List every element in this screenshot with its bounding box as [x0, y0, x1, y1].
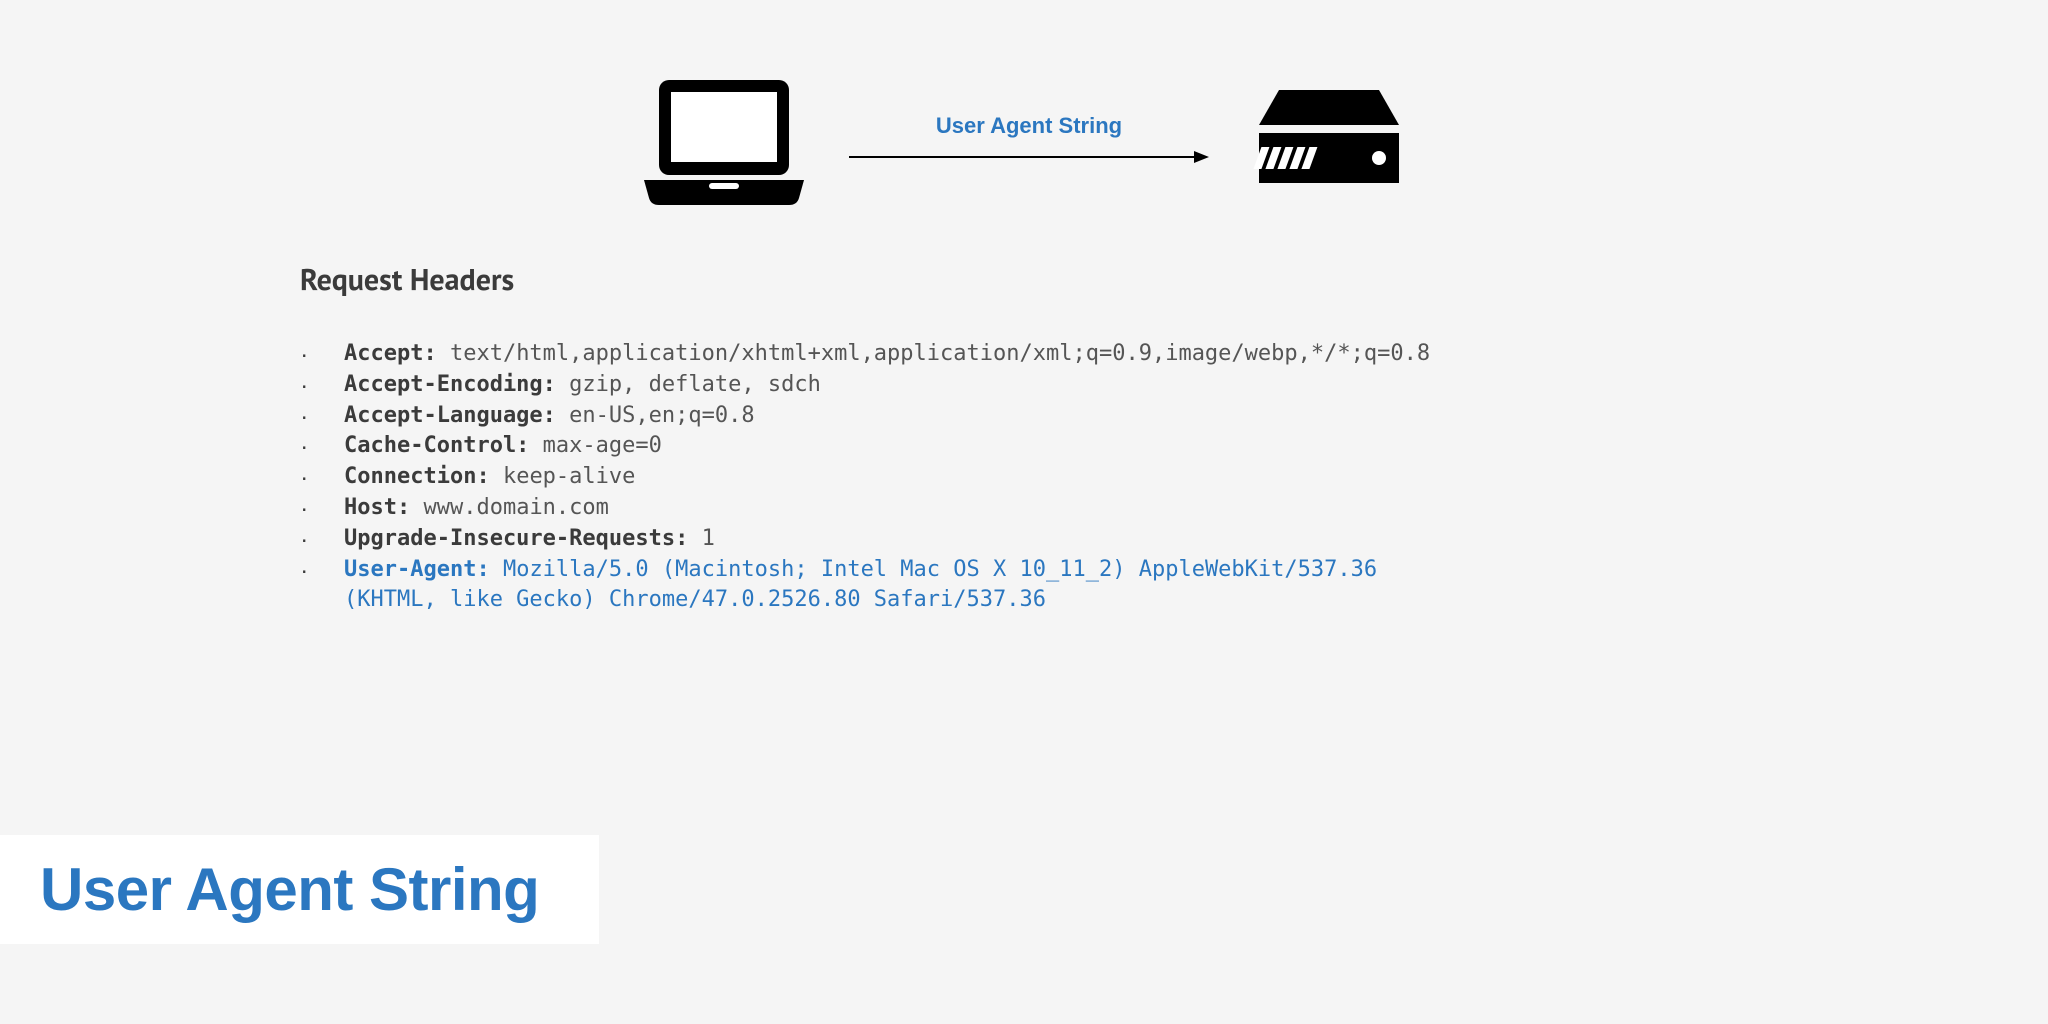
- bullet: .: [300, 436, 344, 456]
- header-value: gzip, deflate, sdch: [556, 372, 821, 397]
- header-value: Mozilla/5.0 (Macintosh; Intel Mac OS X 1…: [344, 557, 1377, 613]
- headers-list: .Accept: text/html,application/xhtml+xml…: [300, 339, 1748, 616]
- header-value: www.domain.com: [410, 495, 609, 520]
- title-card-text: User Agent String: [40, 855, 539, 924]
- server-icon: [1249, 85, 1409, 195]
- header-key: Accept:: [344, 341, 437, 366]
- header-line: .Host: www.domain.com: [300, 493, 1748, 524]
- laptop-icon: [639, 70, 809, 210]
- header-line: .Upgrade-Insecure-Requests: 1: [300, 524, 1748, 555]
- headers-block: Request Headers .Accept: text/html,appli…: [300, 260, 1748, 616]
- header-key: User-Agent:: [344, 557, 490, 582]
- bullet: .: [300, 344, 344, 364]
- header-line: .Connection: keep-alive: [300, 462, 1748, 493]
- header-value: en-US,en;q=0.8: [556, 403, 755, 428]
- header-line: .Accept: text/html,application/xhtml+xml…: [300, 339, 1748, 370]
- diagram-row: User Agent String: [0, 70, 2048, 210]
- header-value: max-age=0: [529, 433, 661, 458]
- header-line: .User-Agent: Mozilla/5.0 (Macintosh; Int…: [300, 555, 1748, 617]
- bullet: .: [300, 406, 344, 426]
- header-key: Accept-Encoding:: [344, 372, 556, 397]
- header-line: .Accept-Language: en-US,en;q=0.8: [300, 401, 1748, 432]
- title-card: User Agent String: [0, 835, 599, 944]
- bullet: .: [300, 375, 344, 395]
- arrow-label: User Agent String: [936, 113, 1122, 139]
- section-title: Request Headers: [300, 260, 1748, 299]
- bullet: .: [300, 560, 344, 580]
- header-value: 1: [688, 526, 715, 551]
- arrow-icon: [849, 147, 1209, 167]
- header-key: Connection:: [344, 464, 490, 489]
- header-key: Upgrade-Insecure-Requests:: [344, 526, 688, 551]
- header-line: .Cache-Control: max-age=0: [300, 431, 1748, 462]
- header-line: .Accept-Encoding: gzip, deflate, sdch: [300, 370, 1748, 401]
- header-key: Cache-Control:: [344, 433, 529, 458]
- arrow-block: User Agent String: [849, 113, 1209, 167]
- header-key: Accept-Language:: [344, 403, 556, 428]
- header-value: keep-alive: [490, 464, 636, 489]
- header-key: Host:: [344, 495, 410, 520]
- bullet: .: [300, 529, 344, 549]
- bullet: .: [300, 498, 344, 518]
- bullet: .: [300, 467, 344, 487]
- header-value: text/html,application/xhtml+xml,applicat…: [437, 341, 1430, 366]
